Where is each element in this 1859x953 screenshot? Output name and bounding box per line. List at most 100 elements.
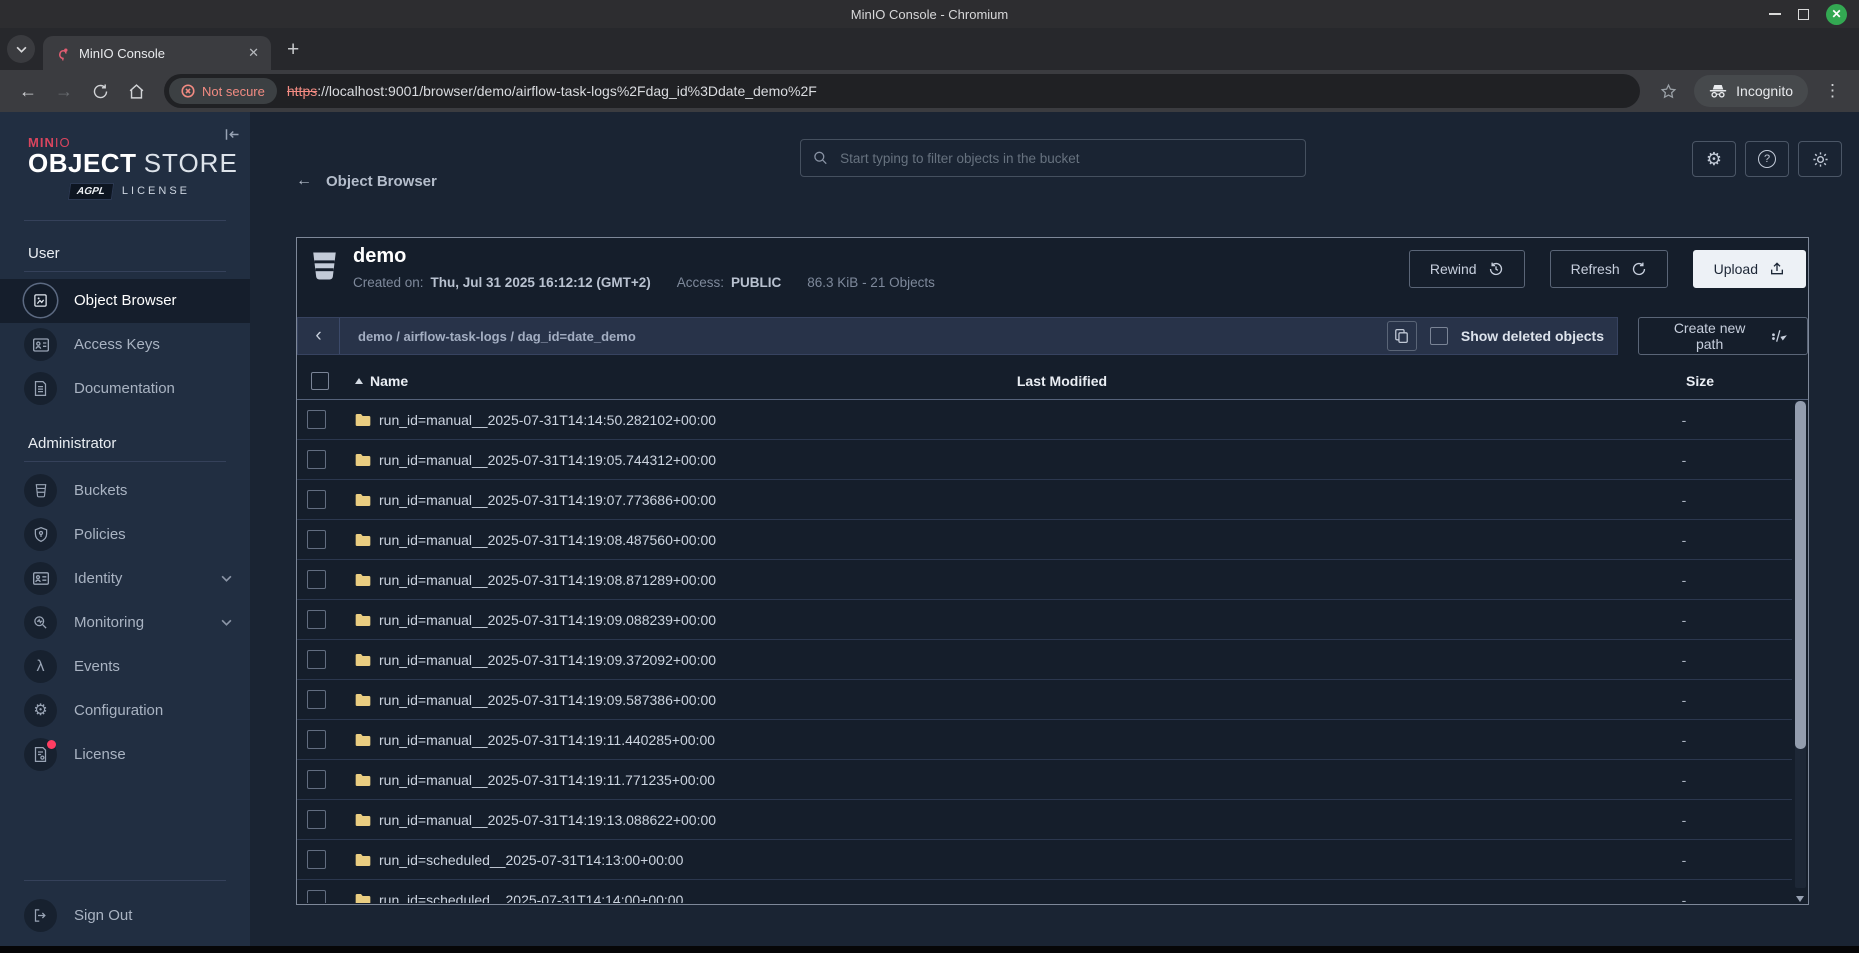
tab-close-icon[interactable]: ✕ — [248, 45, 259, 61]
table-row[interactable]: run_id=scheduled__2025-07-31T14:13:00+00… — [297, 840, 1792, 880]
help-button[interactable]: ? — [1745, 141, 1789, 177]
size-cell: - — [1576, 532, 1792, 548]
row-checkbox[interactable] — [307, 650, 326, 669]
create-new-path-button[interactable]: Create new path — [1638, 317, 1808, 355]
page-title-back[interactable]: ← Object Browser — [296, 172, 437, 190]
table-row[interactable]: run_id=manual__2025-07-31T14:19:09.58738… — [297, 680, 1792, 720]
sidebar-collapse-icon[interactable] — [225, 128, 240, 146]
settings-button[interactable]: ⚙ — [1692, 141, 1736, 177]
sidebar-item-configuration[interactable]: ⚙ Configuration — [0, 689, 250, 733]
scrollbar-thumb[interactable] — [1795, 401, 1806, 749]
row-checkbox[interactable] — [307, 530, 326, 549]
scrollbar-down-arrow[interactable] — [1796, 896, 1804, 902]
incognito-badge[interactable]: Incognito — [1694, 75, 1808, 107]
table-row[interactable]: run_id=manual__2025-07-31T14:19:08.87128… — [297, 560, 1792, 600]
browser-menu-icon[interactable]: ⋮ — [1818, 81, 1847, 101]
url-rest: ://localhost:9001/browser/demo/airflow-t… — [317, 83, 817, 99]
tab-minio-console[interactable]: MinIO Console ✕ — [43, 36, 271, 70]
sidebar-item-policies[interactable]: Policies — [0, 513, 250, 557]
object-name: run_id=scheduled__2025-07-31T14:14:00+00… — [379, 892, 683, 904]
row-checkbox[interactable] — [307, 890, 326, 903]
chevron-down-icon[interactable] — [221, 575, 232, 582]
sidebar-item-buckets[interactable]: Buckets — [0, 469, 250, 513]
size-cell: - — [1576, 772, 1792, 788]
select-all-checkbox[interactable] — [311, 372, 329, 390]
filter-search-box[interactable] — [800, 139, 1306, 177]
home-icon[interactable] — [120, 75, 152, 107]
path-bar: ‹ demo / airflow-task-logs / dag_id=date… — [297, 317, 1618, 355]
new-tab-button[interactable]: + — [287, 39, 299, 60]
bookmark-star-icon[interactable] — [1652, 75, 1684, 107]
rewind-label: Rewind — [1430, 261, 1477, 277]
row-checkbox[interactable] — [307, 690, 326, 709]
rewind-button[interactable]: Rewind — [1409, 250, 1525, 288]
copy-path-button[interactable] — [1387, 321, 1417, 351]
sidebar-item-documentation[interactable]: Documentation — [0, 367, 250, 411]
minimize-button[interactable] — [1769, 13, 1781, 15]
forward-icon[interactable]: → — [48, 75, 80, 107]
sidebar-item-identity[interactable]: Identity — [0, 557, 250, 601]
sign-out-button[interactable]: Sign Out — [0, 893, 250, 937]
close-button[interactable]: ✕ — [1826, 4, 1847, 25]
refresh-icon — [1631, 261, 1647, 277]
show-deleted-checkbox[interactable] — [1430, 327, 1448, 345]
row-checkbox[interactable] — [307, 850, 326, 869]
size-cell: - — [1576, 452, 1792, 468]
row-checkbox[interactable] — [307, 410, 326, 429]
table-row[interactable]: run_id=manual__2025-07-31T14:19:05.74431… — [297, 440, 1792, 480]
reload-icon[interactable] — [84, 75, 116, 107]
theme-toggle-button[interactable] — [1798, 141, 1842, 177]
sidebar-item-events[interactable]: λ Events — [0, 645, 250, 689]
folder-icon — [355, 653, 371, 667]
row-checkbox[interactable] — [307, 570, 326, 589]
sidebar-item-license[interactable]: License — [0, 733, 250, 777]
access-keys-icon — [24, 328, 57, 361]
object-browser-icon — [24, 284, 57, 317]
path-bar-right: Show deleted objects — [1387, 321, 1617, 351]
table-row[interactable]: run_id=manual__2025-07-31T14:19:07.77368… — [297, 480, 1792, 520]
sidebar-item-monitoring[interactable]: Monitoring — [0, 601, 250, 645]
size-column-header: Size — [1592, 373, 1808, 389]
refresh-button[interactable]: Refresh — [1550, 250, 1668, 288]
table-row[interactable]: run_id=scheduled__2025-07-31T14:14:00+00… — [297, 880, 1792, 903]
object-name: run_id=manual__2025-07-31T14:14:50.28210… — [379, 412, 716, 428]
table-row[interactable]: run_id=manual__2025-07-31T14:19:08.48756… — [297, 520, 1792, 560]
path-back-button[interactable]: ‹ — [298, 318, 340, 354]
sidebar-item-access-keys[interactable]: Access Keys — [0, 323, 250, 367]
chevron-down-icon[interactable] — [221, 619, 232, 626]
row-checkbox[interactable] — [307, 730, 326, 749]
tab-search-button[interactable] — [7, 35, 35, 63]
row-checkbox[interactable] — [307, 810, 326, 829]
table-row[interactable]: run_id=manual__2025-07-31T14:14:50.28210… — [297, 400, 1792, 440]
table-row[interactable]: run_id=manual__2025-07-31T14:19:09.08823… — [297, 600, 1792, 640]
table-row[interactable]: run_id=manual__2025-07-31T14:19:11.44028… — [297, 720, 1792, 760]
back-icon[interactable]: ← — [12, 75, 44, 107]
object-name-cell: run_id=manual__2025-07-31T14:14:50.28210… — [355, 412, 836, 428]
upload-button[interactable]: Upload — [1693, 250, 1806, 288]
object-name-cell: run_id=manual__2025-07-31T14:19:09.37209… — [355, 652, 836, 668]
size-cell: - — [1576, 412, 1792, 428]
object-list: run_id=manual__2025-07-31T14:14:50.28210… — [297, 400, 1792, 903]
object-name-cell: run_id=manual__2025-07-31T14:19:09.58738… — [355, 692, 836, 708]
breadcrumb[interactable]: demo / airflow-task-logs / dag_id=date_d… — [358, 329, 636, 344]
row-checkbox[interactable] — [307, 490, 326, 509]
sign-out-icon — [24, 899, 57, 932]
table-scrollbar[interactable] — [1795, 401, 1806, 904]
row-checkbox[interactable] — [307, 450, 326, 469]
bucket-actions: Rewind Refresh Upload — [1409, 250, 1806, 288]
name-column-header[interactable]: Name — [355, 373, 852, 389]
folder-icon — [355, 533, 371, 547]
table-row[interactable]: run_id=manual__2025-07-31T14:19:09.37209… — [297, 640, 1792, 680]
window-controls: ✕ — [1769, 0, 1847, 28]
tab-strip: MinIO Console ✕ + — [0, 28, 1859, 70]
table-row[interactable]: run_id=manual__2025-07-31T14:19:11.77123… — [297, 760, 1792, 800]
sidebar-item-object-browser[interactable]: Object Browser — [0, 279, 250, 323]
row-checkbox[interactable] — [307, 610, 326, 629]
table-row[interactable]: run_id=manual__2025-07-31T14:19:13.08862… — [297, 800, 1792, 840]
object-name-cell: run_id=scheduled__2025-07-31T14:14:00+00… — [355, 892, 836, 904]
security-chip[interactable]: Not secure — [169, 78, 277, 104]
search-input[interactable] — [838, 150, 1293, 167]
maximize-button[interactable] — [1798, 9, 1809, 20]
url-bar[interactable]: Not secure https://localhost:9001/browse… — [164, 74, 1640, 108]
row-checkbox[interactable] — [307, 770, 326, 789]
